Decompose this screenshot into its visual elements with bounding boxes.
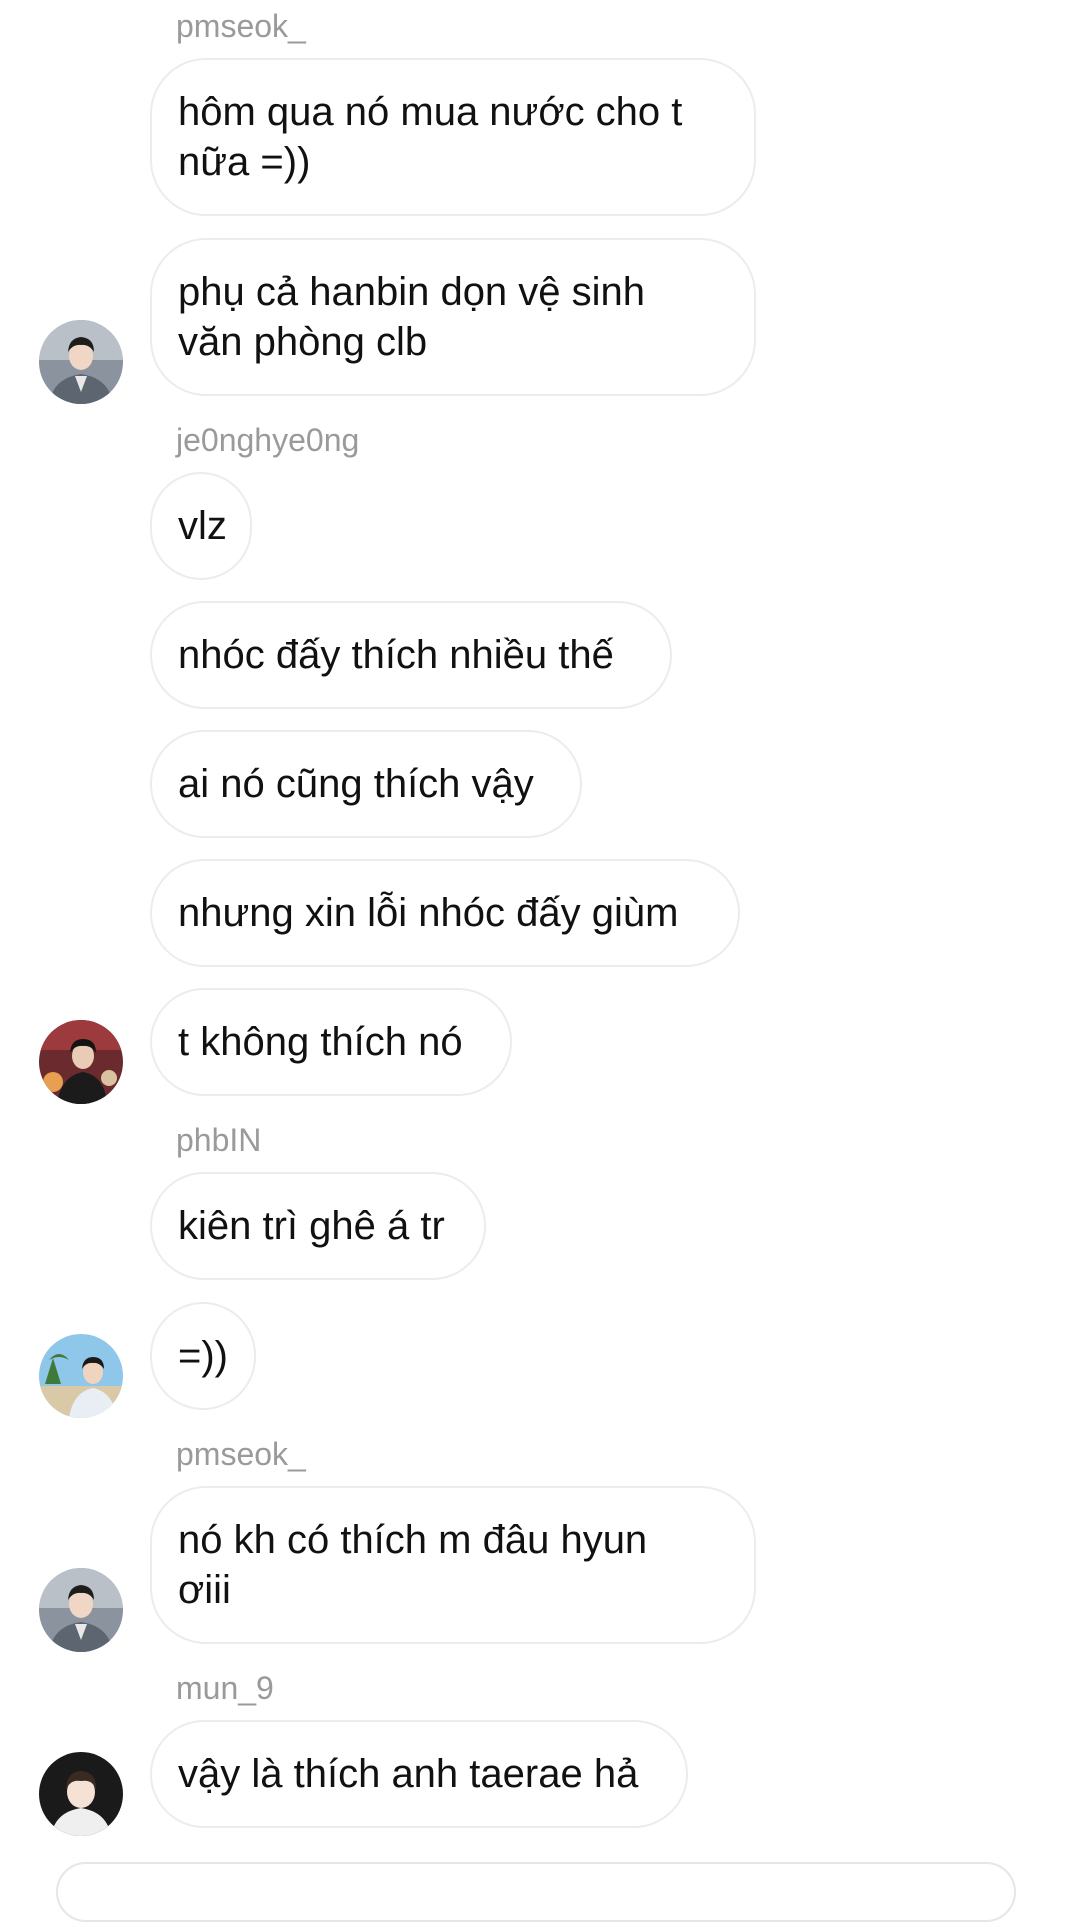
message-bubble[interactable]: ai nó cũng thích vậy <box>150 730 582 838</box>
sender-username[interactable]: pmseok_ <box>176 6 306 46</box>
message-bubble[interactable]: kiên trì ghê á tr <box>150 1172 486 1280</box>
user-avatar-je0nghye0ng-icon[interactable] <box>39 1020 123 1104</box>
message-bubble[interactable]: nhóc đấy thích nhiều thế <box>150 601 672 709</box>
message-bubble[interactable]: t không thích nó <box>150 988 512 1096</box>
user-avatar-pmseok-icon[interactable] <box>39 320 123 404</box>
sender-username[interactable]: mun_9 <box>176 1668 274 1708</box>
user-avatar-mun9-icon[interactable] <box>39 1752 123 1836</box>
message-bubble[interactable]: vlz <box>150 472 252 580</box>
user-avatar-pmseok-icon[interactable] <box>39 1568 123 1652</box>
sender-username[interactable]: phbIN <box>176 1120 261 1160</box>
message-bubble[interactable]: =)) <box>150 1302 256 1410</box>
message-bubble[interactable]: hôm qua nó mua nước cho t nữa =)) <box>150 58 756 216</box>
message-bubble[interactable]: nó kh có thích m đâu hyun ơiii <box>150 1486 756 1644</box>
sender-username[interactable]: pmseok_ <box>176 1434 306 1474</box>
sender-username[interactable]: je0nghye0ng <box>176 420 359 460</box>
user-avatar-phbin-icon[interactable] <box>39 1334 123 1418</box>
message-composer[interactable] <box>56 1862 1016 1922</box>
message-bubble[interactable]: phụ cả hanbin dọn vệ sinh văn phòng clb <box>150 238 756 396</box>
message-bubble[interactable]: nhưng xin lỗi nhóc đấy giùm <box>150 859 740 967</box>
message-bubble[interactable]: vậy là thích anh taerae hả <box>150 1720 688 1828</box>
chat-thread: pmseok_ hôm qua nó mua nước cho t nữa =)… <box>0 0 1080 1922</box>
